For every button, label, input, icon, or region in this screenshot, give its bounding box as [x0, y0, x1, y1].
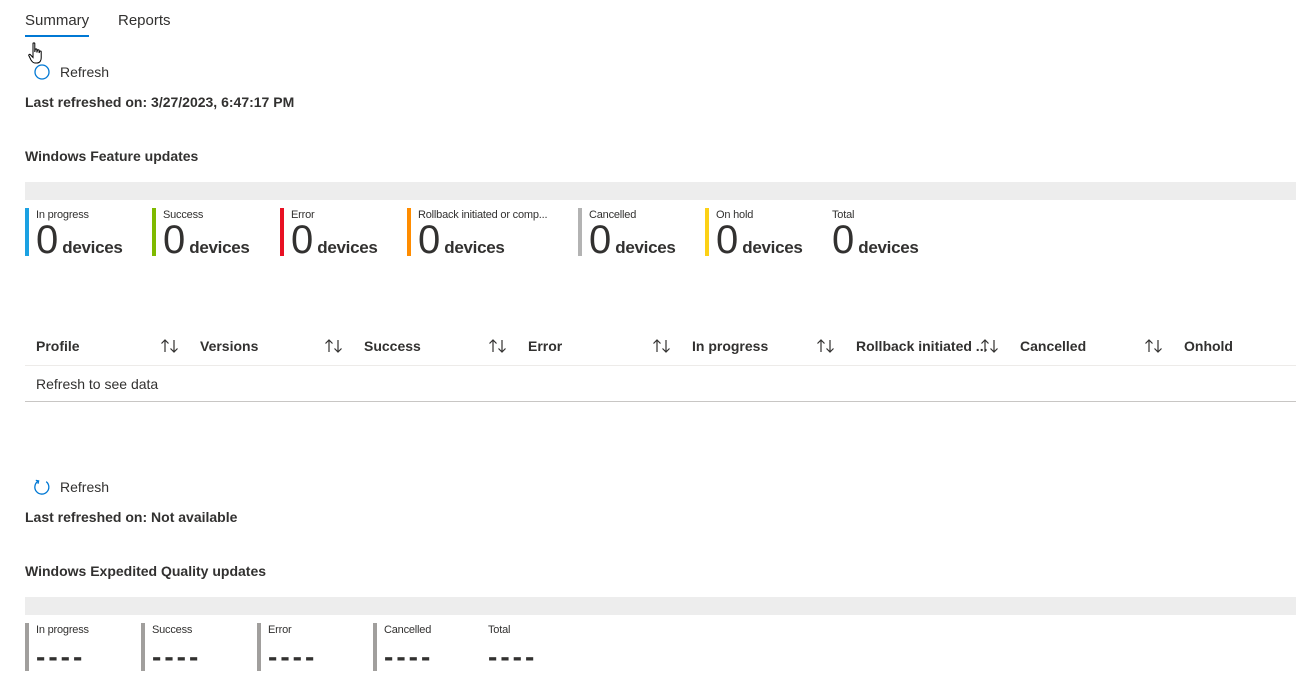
section-title-quality-updates: Windows Expedited Quality updates	[25, 563, 267, 579]
refresh-icon	[34, 479, 50, 495]
column-header-in-progress[interactable]: In progress	[692, 338, 768, 354]
refresh-button-feature[interactable]: Refresh	[33, 61, 109, 83]
column-header-error[interactable]: Error	[528, 338, 562, 354]
feature-updates-table: Profile Versions Success Error In progre…	[25, 328, 1296, 402]
sort-icon[interactable]	[488, 338, 508, 354]
table-header: Profile Versions Success Error In progre…	[25, 328, 1296, 366]
tile-label: Cancelled	[384, 624, 432, 636]
refresh-label: Refresh	[60, 64, 110, 80]
tile-total: Total 0 devices	[821, 208, 949, 262]
tile-unit: devices	[615, 238, 676, 257]
tile-unit: devices	[189, 238, 250, 257]
tile-unit: devices	[742, 238, 803, 257]
column-header-rollback[interactable]: Rollback initiated ...	[856, 338, 987, 354]
tile-quality-cancelled[interactable]: Cancelled ----	[373, 623, 491, 672]
refresh-label: Refresh	[60, 479, 110, 495]
tile-status-bar	[407, 208, 411, 256]
column-header-cancelled[interactable]: Cancelled	[1020, 338, 1086, 354]
sort-icon[interactable]	[816, 338, 836, 354]
tile-success[interactable]: Success 0 devices	[152, 208, 280, 262]
table-row: Refresh to see data	[25, 366, 1296, 402]
last-refreshed-feature: Last refreshed on: 3/27/2023, 6:47:17 PM	[25, 94, 295, 110]
tile-error[interactable]: Error 0 devices	[280, 208, 408, 262]
tile-value: 0 devices	[163, 218, 250, 270]
column-header-profile[interactable]: Profile	[36, 338, 80, 354]
quality-updates-band	[25, 597, 1296, 615]
tile-value: 0 devices	[36, 218, 123, 270]
tile-label: In progress	[36, 624, 89, 636]
feature-updates-band	[25, 182, 1296, 200]
tile-quality-success[interactable]: Success ----	[141, 623, 259, 672]
sort-icon[interactable]	[980, 338, 1000, 354]
tile-value: 0 devices	[418, 218, 505, 270]
tile-status-bar	[373, 623, 377, 671]
tile-status-bar	[280, 208, 284, 256]
tile-status-bar	[25, 623, 29, 671]
sort-icon[interactable]	[1144, 338, 1164, 354]
tab-summary[interactable]: Summary	[25, 12, 90, 37]
column-header-onhold[interactable]: Onhold	[1184, 338, 1233, 354]
tile-value: 0 devices	[716, 218, 803, 270]
tile-value: ----	[36, 641, 86, 672]
tile-count: 0	[589, 218, 612, 262]
tile-count: 0	[36, 218, 59, 262]
tile-status-bar	[152, 208, 156, 256]
tile-count: 0	[163, 218, 186, 262]
tile-status-bar	[141, 623, 145, 671]
tile-on-hold[interactable]: On hold 0 devices	[705, 208, 833, 262]
update-summary-page: Summary Reports Refresh Last refreshed o…	[0, 0, 1296, 697]
tile-value: ----	[384, 641, 434, 672]
tile-rollback[interactable]: Rollback initiated or comp... 0 devices	[407, 208, 575, 262]
tile-value: ----	[488, 641, 538, 672]
column-header-versions[interactable]: Versions	[200, 338, 258, 354]
tile-count: 0	[716, 218, 739, 262]
tile-unit: devices	[62, 238, 123, 257]
sort-icon[interactable]	[652, 338, 672, 354]
tile-unit: devices	[858, 238, 919, 257]
tile-status-bar	[705, 208, 709, 256]
tile-value: ----	[268, 641, 318, 672]
sort-icon[interactable]	[324, 338, 344, 354]
tile-count: 0	[418, 218, 441, 262]
tile-unit: devices	[444, 238, 505, 257]
tab-reports[interactable]: Reports	[118, 12, 171, 35]
tile-label: Total	[488, 624, 511, 636]
tile-value: 0 devices	[589, 218, 676, 270]
tile-unit: devices	[317, 238, 378, 257]
tile-value: ----	[152, 641, 202, 672]
tile-label: Error	[268, 624, 292, 636]
section-title-feature-updates: Windows Feature updates	[25, 148, 199, 164]
tile-count: 0	[291, 218, 314, 262]
sort-icon[interactable]	[160, 338, 180, 354]
tile-value: 0 devices	[291, 218, 378, 270]
tile-status-bar	[257, 623, 261, 671]
tile-label: Success	[152, 624, 193, 636]
tile-quality-error[interactable]: Error ----	[257, 623, 375, 672]
tile-quality-in-progress[interactable]: In progress ----	[25, 623, 143, 672]
empty-message: Refresh to see data	[36, 376, 159, 392]
last-refreshed-quality: Last refreshed on: Not available	[25, 509, 238, 525]
refresh-icon	[34, 64, 50, 80]
column-header-success[interactable]: Success	[364, 338, 421, 354]
tile-quality-total: Total ----	[477, 623, 595, 672]
tile-status-bar	[578, 208, 582, 256]
tile-cancelled[interactable]: Cancelled 0 devices	[578, 208, 706, 262]
tile-in-progress[interactable]: In progress 0 devices	[25, 208, 153, 262]
refresh-button-quality[interactable]: Refresh	[33, 476, 109, 498]
tile-status-bar	[25, 208, 29, 256]
tile-value: 0 devices	[832, 218, 919, 270]
tile-count: 0	[832, 218, 855, 262]
